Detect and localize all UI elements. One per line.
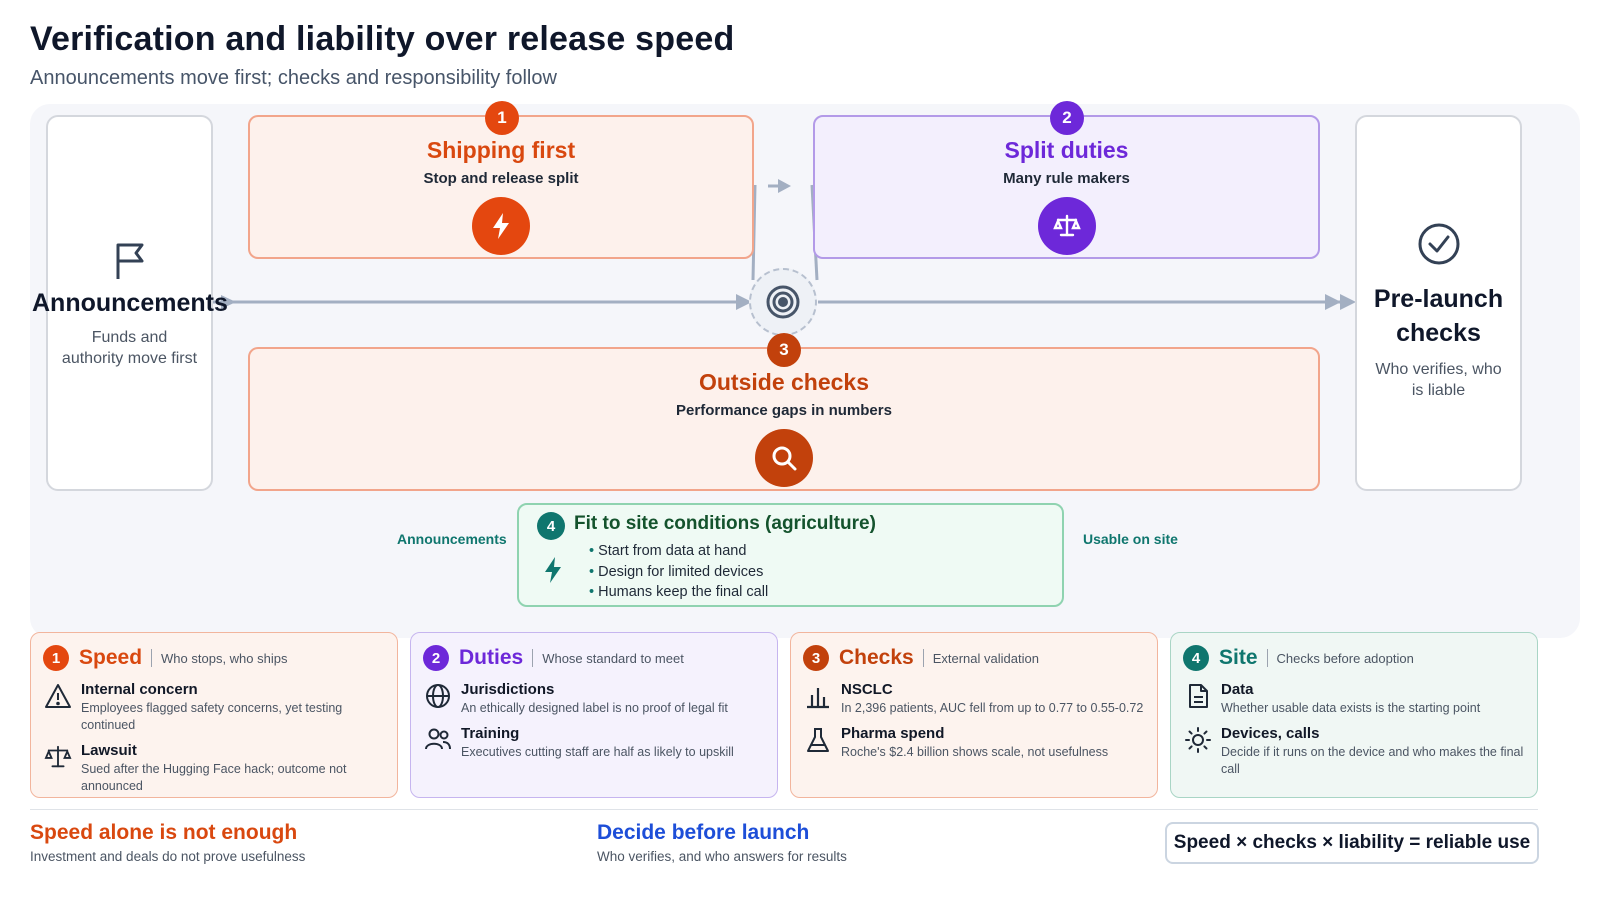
site-title: Fit to site conditions (agriculture) [574,513,876,534]
stage-number-badge: 4 [537,512,565,540]
footer-mid-sub: Who verifies, and who answers for result… [597,849,847,864]
target-icon [749,268,817,336]
card-number-badge: 2 [423,645,449,671]
row-text: Executives cutting staff are half as lik… [461,744,734,759]
card-title: Duties [459,646,524,669]
row-title: Lawsuit [81,741,137,759]
card-row: NSCLC In 2,396 patients, AUC fell from up… [803,681,1145,717]
row-text: Employees flagged safety concerns, yet t… [81,701,343,732]
card-row: Training Executives cutting staff are hal… [423,725,765,761]
scales-icon [1037,197,1096,255]
start-node: Announcements Funds and authority move f… [32,115,228,491]
card-row: Lawsuit Sued after the Hugging Face hack;… [43,742,385,795]
card-tag: External validation [932,650,1039,666]
card-speed: 1 Speed Who stops, who ships Internal co… [30,632,398,798]
footer-left-sub: Investment and deals do not prove useful… [30,849,306,864]
card-divider [922,649,924,667]
row-text: Decide if it runs on the device and who … [1221,744,1524,776]
card-row: Jurisdictions An ethically designed label… [423,681,765,717]
site-right-label: Usable on site [1083,531,1178,547]
magnifier-icon [755,429,813,487]
card-site: 4 Site Checks before adoption Data Whethe… [1170,632,1538,798]
card-tag: Whose standard to meet [542,650,684,666]
end-node: Pre-launch checks Who verifies, who is l… [1355,115,1522,491]
flask-icon [803,725,833,755]
arrow-head-stage2 [778,179,791,193]
card-row: Internal concern Employees flagged safety… [43,681,385,734]
card-checks: 3 Checks External validation NSCLC In 2,3… [790,632,1158,798]
row-title: Pharma spend [841,724,945,742]
row-text: Sued after the Hugging Face hack; outcom… [81,761,347,793]
formula-box: Speed × checks × liability = reliable us… [1165,822,1539,864]
card-row: Pharma spend Roche's $2.4 billion shows s… [803,725,1145,761]
row-title: Internal concern [81,681,198,698]
card-title: Speed [79,646,143,669]
row-title: Jurisdictions [461,681,555,698]
bar-chart-icon [803,681,833,711]
row-title: NSCLC [841,681,893,698]
card-tag: Who stops, who ships [161,650,288,666]
card-duties: 2 Duties Whose standard to meet Jurisdic… [410,632,778,798]
footer-mid-title: Decide before launch [597,821,810,844]
stage-title: Outside checks [698,369,870,395]
stage-outside-checks: Outside checks Performance gaps in numbe… [248,347,1320,491]
card-number-badge: 4 [1183,645,1209,671]
site-bullets: • Start from data at hand • Design for l… [589,541,768,603]
card-title: Site [1219,646,1258,669]
card-row: Devices, calls Decide if it runs on the d… [1183,725,1525,778]
stage-number-badge: 1 [485,101,519,135]
card-divider [532,649,534,667]
stage-number-badge: 3 [767,333,801,367]
footer-left: Speed alone is not enough Investment and… [30,821,305,864]
site-bullet: • Start from data at hand [589,543,747,559]
start-title: Announcements [32,289,228,317]
row-text: In 2,396 patients, AUC fell from up to 0… [841,701,1144,715]
flag-icon [48,239,211,285]
start-sub: Funds and authority move first [61,328,198,368]
stage-sub: Many rule makers [1003,170,1130,187]
row-text: Roche's $2.4 billion shows scale, not us… [841,744,1109,759]
card-number-badge: 1 [43,645,69,671]
row-title: Training [461,724,520,742]
footer-mid: Decide before launch Who verifies, and w… [597,821,847,864]
card-divider [1266,649,1268,667]
stage-sub: Performance gaps in numbers [676,402,892,419]
footer-divider [30,809,1538,810]
site-bullet: • Humans keep the final call [589,584,769,600]
scales-icon [43,742,73,772]
stage-title: Shipping first [426,137,576,163]
row-text: Whether usable data exists is the starti… [1221,701,1481,715]
document-icon [1183,681,1213,711]
warning-icon [43,681,73,711]
stage-split-duties: Split duties Many rule makers [813,115,1320,259]
stage-shipping-first: Shipping first Stop and release split [248,115,754,259]
row-title: Data [1221,681,1254,698]
footer-left-title: Speed alone is not enough [30,821,298,844]
site-bullet: • Design for limited devices [589,563,764,580]
card-title: Checks [839,646,914,669]
check-circle-icon [1357,221,1520,269]
card-number-badge: 3 [803,645,829,671]
stage-title: Split duties [1004,137,1129,163]
end-sub: Who verifies, who is liable [1375,360,1502,400]
card-divider [151,649,153,667]
row-title: Devices, calls [1221,724,1320,742]
end-title: Pre-launch checks [1373,285,1504,347]
arrow-head-end-1 [1325,294,1341,310]
lightning-icon [541,555,565,590]
lightning-icon [472,197,530,255]
people-icon [423,725,453,755]
row-text: An ethically designed label is no proof … [461,701,728,715]
sun-icon [1183,725,1213,755]
card-tag: Checks before adoption [1276,650,1414,666]
globe-icon [423,681,453,711]
card-row: Data Whether usable data exists is the st… [1183,681,1525,717]
stage-number-badge: 2 [1050,101,1084,135]
arrow-head-end-2 [1340,294,1356,310]
stage-site-fit: 4 Fit to site conditions (agriculture) •… [517,503,1064,607]
stage-sub: Stop and release split [423,170,579,187]
site-left-label: Announcements [397,531,507,547]
